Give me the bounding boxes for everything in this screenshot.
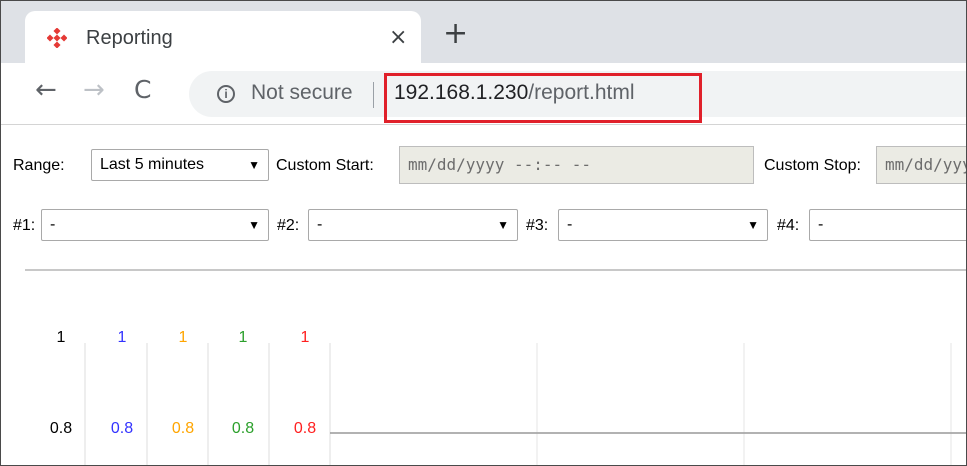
info-icon[interactable]: i xyxy=(217,85,235,103)
y-axis-3-tick-label: 1 xyxy=(179,329,188,346)
custom-start-label: Custom Start: xyxy=(276,157,374,174)
range-select-value: Last 5 minutes xyxy=(100,156,205,173)
back-arrow-icon[interactable]: ← xyxy=(35,75,57,105)
selector-1-label: #1: xyxy=(13,217,36,234)
y-axis-1-tick-label: 0.8 xyxy=(50,420,72,437)
y-axis-4-tick-label: 0.8 xyxy=(232,420,254,437)
close-tab-icon[interactable]: × xyxy=(389,25,407,50)
reload-icon[interactable]: C xyxy=(134,75,151,105)
browser-window: Reporting × + ← → C i Not secure 192.168… xyxy=(0,0,967,466)
reporting-favicon-icon xyxy=(47,28,67,48)
divider xyxy=(25,269,966,271)
custom-stop-input[interactable]: mm/dd/yyyy --:-- -- xyxy=(876,146,966,184)
selector-2-select[interactable]: - ▼ xyxy=(308,209,518,241)
tab-title: Reporting xyxy=(86,27,173,49)
selector-4-value: - xyxy=(818,216,824,233)
tab-strip: Reporting × + xyxy=(1,1,966,63)
selector-2-value: - xyxy=(317,216,323,233)
selector-4-select[interactable]: - xyxy=(809,209,966,241)
y-axis-1-tick-label: 1 xyxy=(57,329,66,346)
y-axis-5-tick-label: 0.8 xyxy=(294,420,316,437)
custom-stop-label: Custom Stop: xyxy=(764,157,861,174)
dropdown-arrow-icon: ▼ xyxy=(747,218,759,232)
selector-3-value: - xyxy=(567,216,573,233)
y-axis-2-tick-label: 1 xyxy=(118,329,127,346)
selector-4-label: #4: xyxy=(777,217,800,234)
selector-1-select[interactable]: - ▼ xyxy=(41,209,269,241)
dropdown-arrow-icon: ▼ xyxy=(497,218,509,232)
range-label: Range: xyxy=(13,157,65,174)
report-chart: 1 0.8 1 0.8 1 0.8 1 0.8 1 0.8 xyxy=(50,329,966,465)
address-separator xyxy=(373,82,374,108)
y-axis-3-tick-label: 0.8 xyxy=(172,420,194,437)
url-host: 192.168.1.230 xyxy=(394,81,529,104)
url-path: /report.html xyxy=(528,81,635,104)
selector-3-select[interactable]: - ▼ xyxy=(558,209,768,241)
forward-arrow-icon[interactable]: → xyxy=(83,75,105,105)
range-select[interactable]: Last 5 minutes ▼ xyxy=(91,149,269,181)
dropdown-arrow-icon: ▼ xyxy=(248,158,260,172)
y-axis-4-tick-label: 1 xyxy=(239,329,248,346)
new-tab-icon[interactable]: + xyxy=(443,19,468,49)
security-label[interactable]: Not secure xyxy=(251,81,353,105)
browser-toolbar: ← → C i Not secure 192.168.1.230/report.… xyxy=(1,63,966,125)
tab-reporting[interactable]: Reporting × xyxy=(25,11,421,63)
address-bar[interactable]: i Not secure 192.168.1.230/report.html xyxy=(189,71,966,117)
y-axis-2-tick-label: 0.8 xyxy=(111,420,133,437)
dropdown-arrow-icon: ▼ xyxy=(248,218,260,232)
selector-3-label: #3: xyxy=(526,217,549,234)
url-text[interactable]: 192.168.1.230/report.html xyxy=(394,81,635,105)
selector-1-value: - xyxy=(50,216,56,233)
custom-start-input[interactable]: mm/dd/yyyy --:-- -- xyxy=(399,146,754,184)
selector-2-label: #2: xyxy=(277,217,300,234)
y-axis-5-tick-label: 1 xyxy=(301,329,310,346)
